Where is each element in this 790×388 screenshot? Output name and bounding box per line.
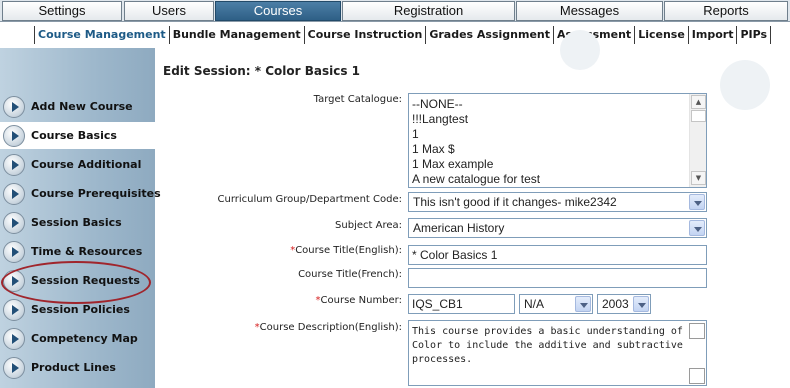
course-title-french-label: Course Title(French): [298, 269, 402, 280]
arrow-right-icon [3, 212, 25, 234]
chevron-down-icon[interactable] [689, 194, 705, 210]
target-catalogue-label: Target Catalogue: [313, 94, 402, 105]
subnav-course-instruction[interactable]: Course Instruction [305, 26, 427, 44]
course-description-english-label-text: Course Description(English): [259, 322, 402, 333]
tab-settings[interactable]: Settings [2, 1, 122, 21]
tab-reports[interactable]: Reports [664, 1, 788, 21]
sidebar-item-product-lines[interactable]: Product Lines [0, 354, 155, 381]
course-number-label-text: Course Number: [320, 295, 402, 306]
arrow-right-icon [3, 154, 25, 176]
tab-courses[interactable]: Courses [215, 1, 341, 21]
course-number-label: *Course Number: [316, 295, 402, 306]
sidebar-item-label: Competency Map [31, 332, 138, 345]
subnav-course-management[interactable]: Course Management [34, 26, 170, 44]
subnav-pips[interactable]: PIPs [737, 26, 772, 44]
sidebar: Add New Course Course Basics Course Addi… [0, 48, 161, 388]
scroll-up-icon[interactable]: ▲ [691, 95, 706, 109]
list-item[interactable]: 1 [412, 127, 419, 141]
background-decoration [560, 30, 600, 70]
sidebar-item-competency-map[interactable]: Competency Map [0, 325, 155, 352]
sidebar-item-label: Course Basics [31, 129, 117, 142]
tab-users[interactable]: Users [124, 1, 214, 21]
chevron-down-icon[interactable] [575, 296, 591, 312]
course-number-year-select[interactable]: 2003 [597, 294, 651, 314]
page-title: Edit Session: * Color Basics 1 [163, 64, 360, 78]
course-number-year-value: 2003 [602, 297, 629, 311]
curriculum-group-value: This isn't good if it changes- mike2342 [413, 195, 617, 209]
arrow-right-icon [3, 328, 25, 350]
scrollbar-thumb[interactable] [691, 110, 706, 122]
sidebar-item-label: Session Basics [31, 216, 122, 229]
chevron-down-icon[interactable] [689, 220, 705, 236]
subject-area-label: Subject Area: [335, 220, 402, 231]
course-number-input[interactable]: IQS_CB1 [408, 294, 515, 314]
background-decoration [720, 60, 770, 110]
tab-messages[interactable]: Messages [516, 1, 663, 21]
list-item[interactable]: !!!Langtest [412, 112, 468, 126]
course-number-suffix-value: N/A [524, 297, 545, 311]
sidebar-item-label: Course Prerequisites [31, 187, 161, 200]
course-title-english-label: *Course Title(English): [290, 245, 402, 256]
arrow-right-icon [3, 299, 25, 321]
arrow-right-icon [3, 183, 25, 205]
textarea-scroll-down-box[interactable] [689, 368, 705, 384]
subnav-import[interactable]: Import [689, 26, 738, 44]
list-item[interactable]: 1 Max example [412, 157, 493, 171]
sidebar-item-add-new-course[interactable]: Add New Course [0, 93, 155, 120]
course-number-suffix-select[interactable]: N/A [519, 294, 593, 314]
sidebar-item-label: Session Policies [31, 303, 130, 316]
sidebar-item-label: Course Additional [31, 158, 142, 171]
course-description-english-value: This course provides a basic understandi… [412, 326, 683, 365]
course-title-french-input[interactable] [408, 268, 707, 288]
highlight-ring [1, 261, 151, 304]
subject-area-value: American History [413, 221, 505, 235]
sidebar-item-course-basics[interactable]: Course Basics [0, 122, 155, 149]
course-description-english-label: *Course Description(English): [255, 322, 402, 333]
arrow-right-icon [3, 241, 25, 263]
listbox-scrollbar[interactable]: ▲ ▼ [689, 94, 706, 187]
scroll-down-icon[interactable]: ▼ [691, 171, 706, 185]
list-item[interactable]: A new catalogue for test [412, 172, 540, 186]
sidebar-item-label: Time & Resources [31, 245, 143, 258]
sidebar-item-label: Add New Course [31, 100, 133, 113]
sidebar-item-course-prerequisites[interactable]: Course Prerequisites [0, 180, 161, 207]
top-navigation: Settings Users Courses Registration Mess… [0, 0, 790, 22]
list-item[interactable]: 1 Max $ [412, 142, 455, 156]
subnav-grades-assignment[interactable]: Grades Assignment [426, 26, 554, 44]
sidebar-item-course-additional[interactable]: Course Additional [0, 151, 155, 178]
chevron-down-icon[interactable] [633, 296, 649, 312]
textarea-scroll-up-box[interactable] [689, 323, 705, 339]
arrow-right-icon [3, 125, 25, 147]
curriculum-group-select[interactable]: This isn't good if it changes- mike2342 [408, 192, 707, 212]
target-catalogue-listbox[interactable]: --NONE-- !!!Langtest 1 1 Max $ 1 Max exa… [408, 93, 707, 188]
subject-area-select[interactable]: American History [408, 218, 707, 238]
sidebar-item-session-basics[interactable]: Session Basics [0, 209, 155, 236]
list-item[interactable]: --NONE-- [412, 97, 463, 111]
subnav-license[interactable]: License [635, 26, 689, 44]
curriculum-group-label: Curriculum Group/Department Code: [217, 194, 403, 205]
arrow-right-icon [3, 96, 25, 118]
arrow-right-icon [3, 357, 25, 379]
course-title-english-input[interactable]: * Color Basics 1 [408, 245, 707, 265]
course-title-english-label-text: Course Title(English): [295, 245, 402, 256]
sidebar-item-label: Product Lines [31, 361, 116, 374]
subnav-bundle-management[interactable]: Bundle Management [170, 26, 305, 44]
sub-navigation: Course Management Bundle Management Course… [0, 22, 790, 48]
tab-registration[interactable]: Registration [342, 1, 515, 21]
course-description-english-textarea[interactable]: This course provides a basic understandi… [408, 320, 707, 386]
